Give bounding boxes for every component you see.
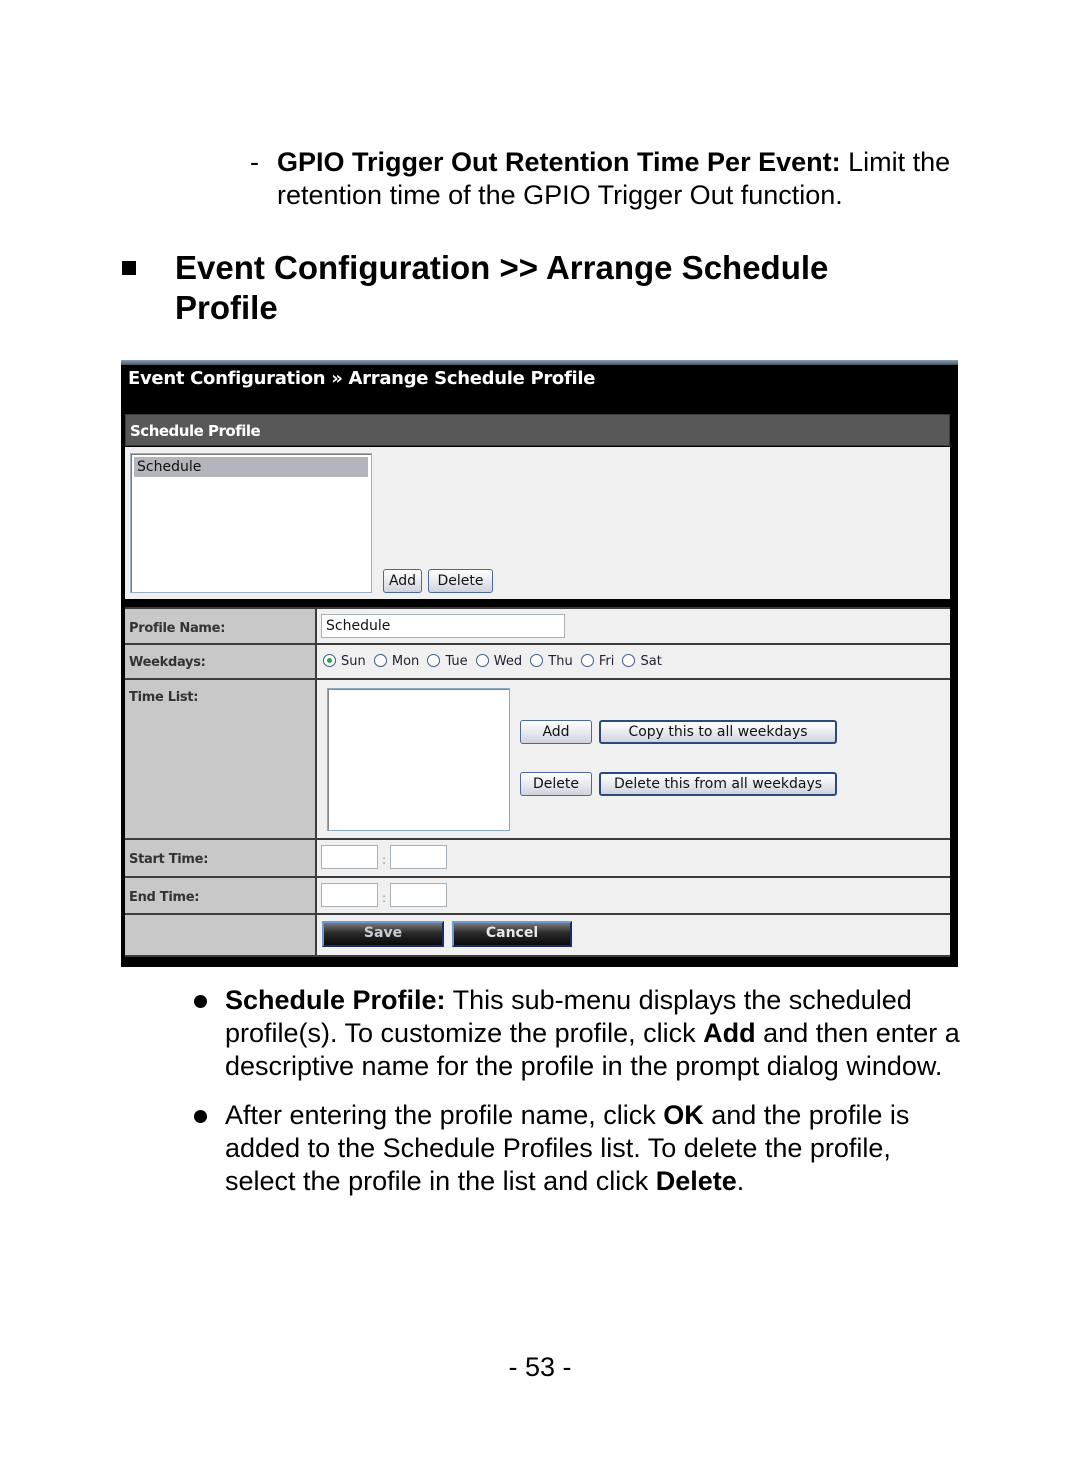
radio-icon [323, 654, 336, 667]
weekday-radio-mon[interactable]: Mon [373, 654, 419, 669]
weekday-radio-thu[interactable]: Thu [530, 654, 573, 669]
profile-listbox[interactable]: Schedule [130, 453, 372, 593]
description-list: Schedule Profile: This sub-menu displays… [194, 984, 964, 1214]
start-hour-input[interactable] [321, 845, 378, 869]
weekday-radio-sat[interactable]: Sat [622, 654, 662, 669]
bold-term: Schedule Profile: [225, 985, 446, 1015]
profile-name-row: Profile Name: Schedule [125, 607, 950, 645]
bold-term: Delete [655, 1166, 737, 1196]
intro-term: GPIO Trigger Out Retention Time Per Even… [277, 147, 841, 177]
weekday-radio-tue[interactable]: Tue [427, 654, 468, 669]
end-hour-input[interactable] [321, 883, 378, 907]
bullet-add-delete: After entering the profile name, click O… [194, 1099, 964, 1198]
schedule-profile-header: Schedule Profile [125, 414, 950, 446]
schedule-profile-header-text: Schedule Profile [130, 422, 261, 440]
save-button[interactable]: Save [322, 921, 444, 947]
start-time-label: Start Time: [129, 852, 209, 867]
end-time-row: End Time: : [125, 876, 950, 915]
delete-from-all-weekdays-button[interactable]: Delete this from all weekdays [599, 772, 837, 796]
delete-time-button[interactable]: Delete [520, 772, 592, 796]
schedule-profile-screenshot: Event Configuration » Arrange Schedule P… [121, 360, 958, 967]
delete-profile-button[interactable]: Delete [428, 569, 493, 593]
radio-icon [530, 654, 544, 667]
weekday-radio-sun[interactable]: Sun [323, 654, 366, 669]
bold-term: Add [703, 1018, 756, 1048]
add-profile-button[interactable]: Add [383, 569, 422, 593]
add-time-button[interactable]: Add [520, 720, 592, 744]
bullet-icon [194, 1110, 207, 1123]
weekday-radio-wed[interactable]: Wed [475, 654, 522, 669]
bullet-schedule-profile: Schedule Profile: This sub-menu displays… [194, 984, 964, 1083]
profile-name-label: Profile Name: [129, 621, 226, 636]
radio-icon [373, 654, 387, 667]
window-top-border [121, 360, 958, 365]
radio-icon [475, 654, 489, 667]
text-run: After entering the profile name, click [225, 1100, 664, 1130]
form-actions-row: Save Cancel [125, 913, 950, 957]
dash-marker: - [250, 147, 259, 177]
profile-name-input[interactable]: Schedule [321, 614, 565, 638]
end-time-label: End Time: [129, 890, 200, 905]
bullet-text: After entering the profile name, click O… [225, 1100, 909, 1196]
weekday-radio-group: Sun Mon Tue Wed Thu Fri Sat [323, 654, 666, 669]
end-minute-input[interactable] [390, 883, 447, 907]
gpio-retention-description: - GPIO Trigger Out Retention Time Per Ev… [250, 146, 970, 212]
start-time-row: Start Time: : [125, 838, 950, 878]
square-bullet-icon [122, 261, 136, 275]
start-minute-input[interactable] [390, 845, 447, 869]
cancel-button[interactable]: Cancel [452, 921, 572, 947]
time-list-label: Time List: [129, 690, 199, 705]
radio-icon [622, 654, 636, 667]
time-listbox[interactable] [327, 688, 510, 831]
copy-to-all-weekdays-button[interactable]: Copy this to all weekdays [599, 720, 837, 744]
bold-term: OK [663, 1100, 704, 1130]
page-title: Event Configuration » Arrange Schedule P… [128, 368, 596, 389]
bullet-text: Schedule Profile: This sub-menu displays… [225, 985, 960, 1081]
weekday-radio-fri[interactable]: Fri [580, 654, 614, 669]
section-heading: Event Configuration >> Arrange Schedule … [122, 248, 935, 328]
radio-icon [580, 654, 594, 667]
radio-icon [427, 654, 441, 667]
time-separator: : [382, 891, 387, 905]
profile-list-item[interactable]: Schedule [134, 457, 368, 477]
text-run: . [736, 1166, 745, 1196]
time-separator: : [382, 853, 387, 867]
bullet-icon [194, 995, 207, 1008]
time-list-row: Time List: Add Copy this to all weekdays… [125, 678, 950, 840]
weekdays-label: Weekdays: [129, 655, 206, 670]
intro-text: GPIO Trigger Out Retention Time Per Even… [277, 146, 970, 212]
schedule-profile-panel: Schedule Add Delete [125, 447, 950, 599]
page-number: - 53 - [508, 1352, 572, 1382]
section-heading-text: Event Configuration >> Arrange Schedule … [175, 249, 829, 326]
weekdays-row: Weekdays: Sun Mon Tue Wed Thu Fri Sat [125, 643, 950, 680]
